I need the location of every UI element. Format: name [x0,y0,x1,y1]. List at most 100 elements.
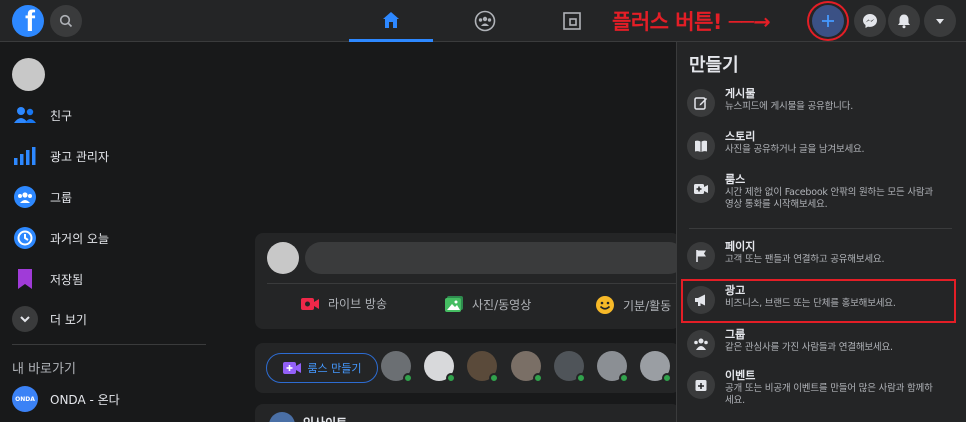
video-plus-icon [687,175,715,203]
create-menu-item-event[interactable]: 이벤트 공개 또는 비공개 이벤트를 만들어 많은 사람과 함께하 세요. [687,369,957,407]
photo-icon [444,295,464,313]
onda-avatar: ONDA [12,386,38,412]
facebook-logo[interactable]: f [12,5,44,37]
create-menu-item-post[interactable]: 게시물 뉴스피드에 게시물을 공유합니다. [687,87,957,117]
sidebar-item-label: 친구 [50,108,73,123]
rooms-bar: 룸스 만들기 [255,343,680,393]
groups-icon [12,184,38,210]
online-indicator [489,373,499,383]
menu-item-description: 세요. [725,395,745,406]
online-indicator [619,373,629,383]
menu-item-description: 영상 통화를 시작해보세요. [725,199,828,210]
bell-icon [898,14,910,29]
menu-item-title: 스토리 [725,130,756,143]
menu-item-description: 시간 제한 없이 Facebook 안팎의 원하는 모든 사람과 [725,187,933,198]
notifications-button[interactable] [888,5,920,37]
post-author-avatar[interactable] [269,412,295,422]
sidebar-item-see-more[interactable]: 더 보기 [12,304,87,334]
top-navigation-bar: f 플러스 버튼! ──→ [0,0,966,42]
create-menu-item-group[interactable]: 그룹 같은 관심사를 가진 사람들과 연결해보세요. [687,328,957,358]
sidebar-item-label: 더 보기 [50,312,87,327]
tab-gaming[interactable] [530,0,614,42]
online-indicator [446,373,456,383]
menu-item-title: 룸스 [725,173,746,186]
account-menu-button[interactable] [924,5,956,37]
gaming-icon [563,12,581,30]
menu-item-title: 그룹 [725,328,746,341]
calendar-plus-icon [687,371,715,399]
live-video-icon [300,296,320,312]
online-indicator [662,373,672,383]
caret-down-icon [936,19,944,24]
menu-item-title: 광고 [725,284,746,297]
composer-input[interactable] [305,242,685,274]
flag-icon [687,242,715,270]
live-video-button[interactable]: 라이브 방송 [300,295,387,312]
messenger-button[interactable] [854,5,886,37]
annotation-label: 플러스 버튼! ──→ [612,10,771,34]
create-room-label: 룸스 만들기 [307,362,362,375]
composer-avatar [267,242,299,274]
sidebar-divider [12,344,206,345]
shortcut-item-onda[interactable]: ONDA ONDA - 온다 [12,384,120,414]
sidebar-item-groups[interactable]: 그룹 [12,182,72,212]
video-plus-icon [283,362,302,374]
shortcuts-heading: 내 바로가기 [12,362,76,377]
chevron-down-icon [12,306,38,332]
menu-item-description: 공개 또는 비공개 이벤트를 만들어 많은 사람과 함께하 [725,383,933,394]
photo-video-button[interactable]: 사진/동영상 [444,295,531,313]
tab-groups[interactable] [443,0,527,42]
live-video-label: 라이브 방송 [328,297,388,311]
create-menu-item-story[interactable]: 스토리 사진을 공유하거나 글을 남겨보세요. [687,130,957,160]
profile-avatar[interactable] [12,58,45,91]
create-plus-button[interactable] [812,5,844,37]
menu-item-title: 게시물 [725,87,756,100]
edit-icon [687,89,715,117]
menu-item-description: 고객 또는 팬들과 연결하고 공유해보세요. [725,254,885,265]
ads-manager-icon [12,143,38,169]
feed-post-preview: 인사이트 [255,404,680,422]
sidebar-item-ads-manager[interactable]: 광고 관리자 [12,141,109,171]
groups-icon [474,10,496,32]
online-indicator [533,373,543,383]
post-composer: 라이브 방송 사진/동영상 기분/활동 [255,233,685,329]
plus-icon [822,15,834,27]
create-menu-dropdown: 만들기 게시물 뉴스피드에 게시물을 공유합니다. 스토리 사진을 공유하거나 글을… [676,42,966,422]
contact-avatar[interactable] [381,351,413,383]
create-menu-item-rooms[interactable]: 룸스 시간 제한 없이 Facebook 안팎의 원하는 모든 사람과 영상 통화를… [687,173,957,211]
create-menu-item-page[interactable]: 페이지 고객 또는 팬들과 연결하고 공유해보세요. [687,240,957,270]
menu-item-title: 페이지 [725,240,756,253]
online-indicator [576,373,586,383]
post-author-name[interactable]: 인사이트 [303,414,347,422]
contact-avatar[interactable] [597,351,629,383]
contact-avatar[interactable] [554,351,586,383]
sidebar-item-label: 저장됨 [50,272,84,287]
create-menu-divider [689,228,952,229]
create-menu-item-ad[interactable]: 광고 비즈니스, 브랜드 또는 단체를 홍보해보세요. [687,284,957,314]
sidebar-item-saved[interactable]: 저장됨 [12,264,83,294]
menu-item-description: 뉴스피드에 게시물을 공유합니다. [725,101,854,112]
menu-item-title: 이벤트 [725,369,756,382]
menu-item-description: 사진을 공유하거나 글을 남겨보세요. [725,144,865,155]
logo-letter: f [25,5,35,37]
feeling-icon [595,295,615,315]
tab-home[interactable] [349,0,433,42]
contact-avatar[interactable] [467,351,499,383]
sidebar-item-memories[interactable]: 과거의 오늘 [12,223,109,253]
sidebar-item-friends[interactable]: 친구 [12,100,72,130]
megaphone-icon [687,286,715,314]
saved-icon [12,266,38,292]
contact-avatar[interactable] [424,351,456,383]
photo-video-label: 사진/동영상 [472,297,532,312]
memories-icon [12,225,38,251]
book-icon [687,132,715,160]
feeling-activity-button[interactable]: 기분/활동 [595,295,671,315]
messenger-icon [863,14,877,28]
sidebar-item-label: 광고 관리자 [50,149,110,164]
contact-avatar[interactable] [511,351,543,383]
create-room-button[interactable]: 룸스 만들기 [266,353,378,383]
search-button[interactable] [50,5,82,37]
contact-avatar[interactable] [640,351,672,383]
friends-icon [12,102,38,128]
create-menu-title: 만들기 [689,55,739,76]
